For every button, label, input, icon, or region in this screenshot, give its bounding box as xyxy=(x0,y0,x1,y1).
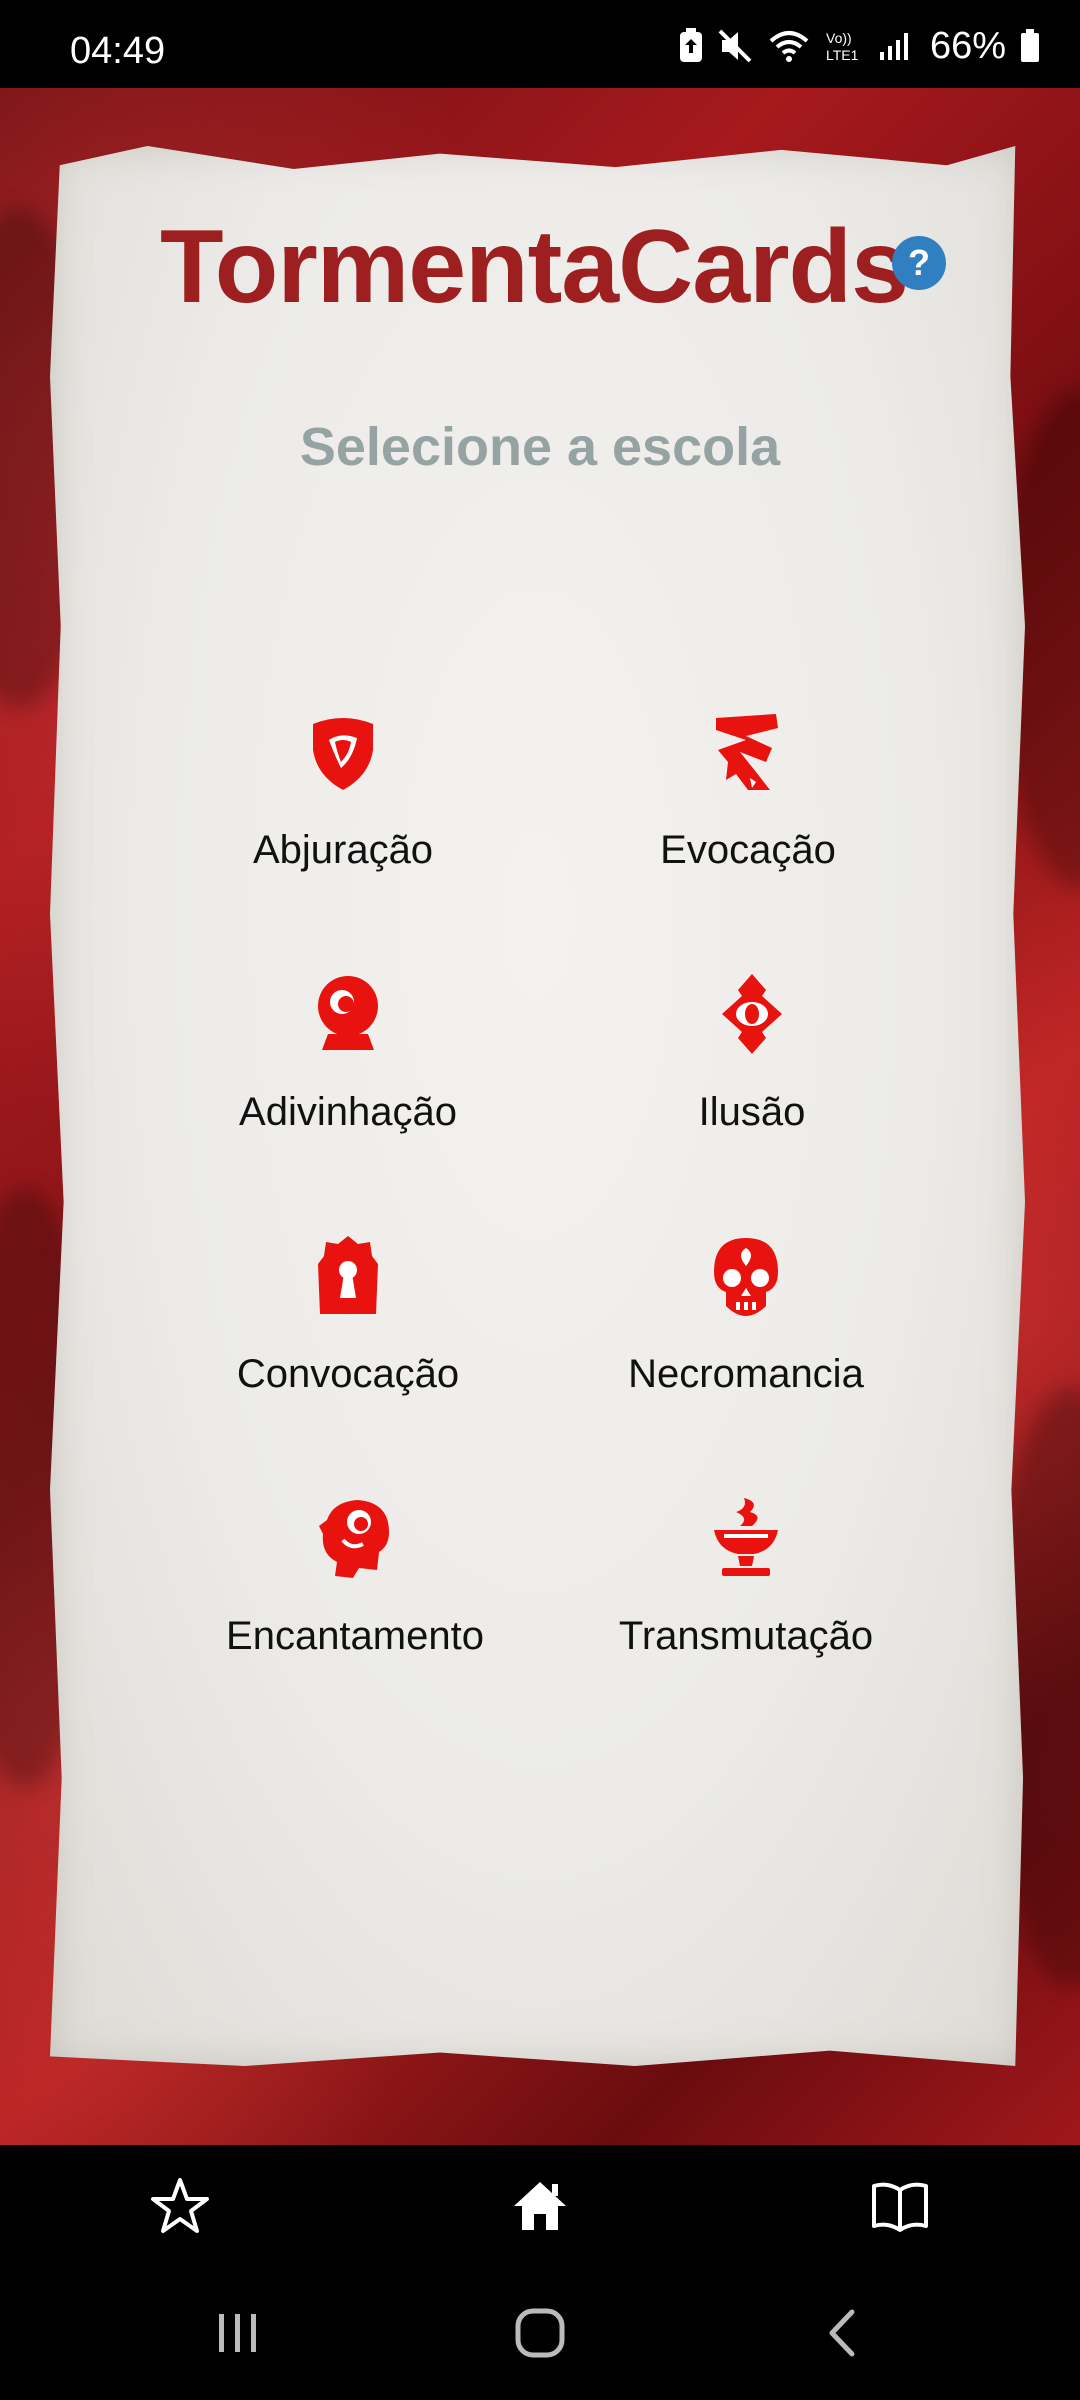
wifi-icon xyxy=(768,29,810,63)
school-label: Adivinhação xyxy=(239,1090,457,1134)
battery-icon xyxy=(1020,29,1040,63)
school-label: Necromancia xyxy=(628,1352,864,1396)
battery-saver-icon xyxy=(678,28,704,64)
system-navigation-bar xyxy=(0,2270,1080,2400)
school-transmutacao[interactable]: Transmutação xyxy=(546,1496,946,1696)
app-background: TormentaCards ? Selecione a escola Abjur… xyxy=(0,88,1080,2145)
mute-icon xyxy=(718,29,754,63)
head-profile-icon xyxy=(313,1496,397,1580)
back-icon xyxy=(822,2308,862,2363)
school-convocacao[interactable]: Convocação xyxy=(148,1234,548,1434)
school-label: Abjuração xyxy=(252,828,434,872)
svg-text:Vo)): Vo)) xyxy=(826,30,852,46)
lightning-icon xyxy=(706,710,790,794)
recents-button[interactable] xyxy=(198,2300,278,2370)
school-label: Convocação xyxy=(236,1352,460,1396)
home-icon xyxy=(510,2176,570,2241)
school-necromancia[interactable]: Necromancia xyxy=(546,1234,946,1434)
bottom-navigation xyxy=(0,2145,1080,2270)
school-abjuracao[interactable]: Abjuração xyxy=(143,710,543,910)
app-title: TormentaCards xyxy=(160,209,909,325)
battery-percent: 66% xyxy=(929,24,1006,67)
school-adivinhacao[interactable]: Adivinhação xyxy=(148,972,548,1172)
book-button[interactable] xyxy=(865,2173,935,2243)
svg-text:LTE1: LTE1 xyxy=(826,47,859,63)
school-label: Encantamento xyxy=(226,1614,484,1658)
status-time: 04:49 xyxy=(70,30,166,72)
school-encantamento[interactable]: Encantamento xyxy=(155,1496,555,1696)
school-label: Transmutação xyxy=(618,1614,874,1658)
crystal-ball-icon xyxy=(306,972,390,1056)
school-evocacao[interactable]: Evocação xyxy=(548,710,948,910)
book-icon xyxy=(870,2176,930,2241)
recents-icon xyxy=(213,2310,263,2361)
back-button[interactable] xyxy=(802,2300,882,2370)
eye-diamond-icon xyxy=(710,972,794,1056)
school-ilusao[interactable]: Ilusão xyxy=(552,972,952,1172)
status-icons: Vo)) LTE1 66% xyxy=(678,24,1040,67)
school-label: Evocação xyxy=(660,828,836,872)
signal-icon xyxy=(878,30,910,62)
home-button[interactable] xyxy=(505,2173,575,2243)
status-bar: 04:49 Vo)) LTE1 66% xyxy=(0,0,1080,88)
home-circle-icon xyxy=(514,2307,566,2364)
star-icon xyxy=(150,2176,210,2241)
page-subtitle: Selecione a escola xyxy=(299,417,781,477)
school-label: Ilusão xyxy=(698,1090,806,1134)
skull-icon xyxy=(704,1234,788,1318)
volte-lte-icon: Vo)) LTE1 xyxy=(824,28,864,64)
keyhole-icon xyxy=(306,1234,390,1318)
shield-icon xyxy=(301,710,385,794)
help-button[interactable]: ? xyxy=(892,236,946,290)
favorites-button[interactable] xyxy=(145,2173,215,2243)
brazier-icon xyxy=(704,1496,788,1580)
system-home-button[interactable] xyxy=(500,2300,580,2370)
